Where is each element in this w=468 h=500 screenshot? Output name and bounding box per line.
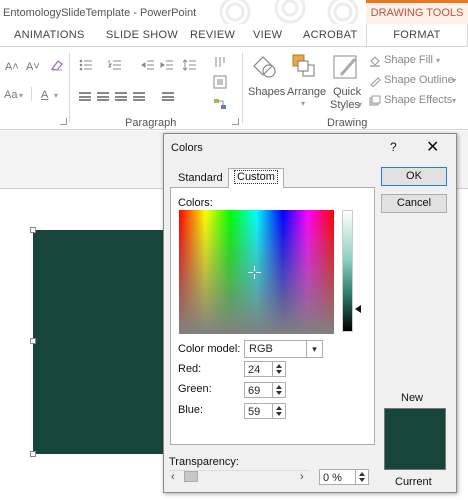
color-model-select[interactable]: RGB ▾	[244, 340, 323, 358]
smartart-icon[interactable]	[213, 97, 227, 111]
tab-format[interactable]: FORMAT	[366, 24, 468, 47]
change-case-button[interactable]: Aa	[4, 89, 17, 101]
chevron-down-icon: ▾	[452, 96, 457, 105]
tab-custom-label: Custom	[234, 170, 278, 184]
resize-handle[interactable]	[30, 451, 36, 457]
close-button[interactable]: ✕	[426, 137, 439, 157]
chevron-down-icon: ▾	[19, 91, 24, 100]
luminance-pointer-icon[interactable]	[355, 305, 361, 313]
quick-styles-button[interactable]: Quick	[333, 86, 361, 98]
transparency-stepper[interactable]: 0 %	[319, 469, 369, 485]
ok-button[interactable]: OK	[381, 167, 447, 186]
bullets-icon[interactable]	[79, 59, 93, 71]
selected-rectangle-shape[interactable]	[33, 230, 175, 454]
tab-view[interactable]: VIEW	[253, 29, 282, 41]
chevron-right-icon[interactable]: ›	[300, 471, 304, 483]
red-label: Red:	[178, 363, 202, 375]
divider	[31, 87, 32, 101]
shape-outline-button[interactable]: Shape Outline	[384, 74, 454, 86]
chevron-down-icon: ▾	[301, 99, 306, 108]
green-value[interactable]: 69	[248, 385, 260, 397]
resize-handle[interactable]	[30, 227, 36, 233]
transparency-value[interactable]: 0 %	[323, 472, 342, 484]
columns-icon[interactable]	[162, 92, 174, 101]
ribbon: A˄ A˅ Aa ▾ A ▾ Paragraph Shapes Arrange …	[0, 46, 468, 130]
window-title: EntomologySlideTemplate - PowerPoint	[3, 7, 197, 19]
align-left-icon[interactable]	[79, 92, 91, 101]
arrange-button[interactable]: Arrange	[287, 86, 326, 98]
align-right-icon[interactable]	[115, 92, 127, 101]
transparency-label: Transparency:	[169, 456, 239, 468]
center-icon[interactable]	[97, 92, 109, 101]
help-button[interactable]: ?	[390, 140, 397, 154]
title-bar: EntomologySlideTemplate - PowerPoint DRA…	[0, 0, 468, 28]
color-model-value: RGB	[249, 343, 273, 355]
effects-icon	[369, 95, 381, 107]
arrange-icon[interactable]	[290, 53, 320, 81]
chevron-down-icon[interactable]: ▾	[306, 341, 322, 357]
increase-indent-icon[interactable]	[160, 59, 174, 71]
luminance-slider[interactable]	[342, 210, 353, 332]
chevron-down-icon: ▾	[452, 76, 457, 85]
shrink-font-button[interactable]: A˅	[26, 61, 40, 73]
numbering-icon[interactable]	[108, 59, 122, 71]
paragraph-group-label: Paragraph	[125, 117, 177, 129]
align-text-icon[interactable]	[213, 75, 227, 89]
tab-slide-show[interactable]: SLIDE SHOW	[106, 29, 178, 41]
grow-font-button[interactable]: A˄	[5, 61, 19, 73]
green-label: Green:	[178, 383, 212, 395]
paragraph-dialog-launcher[interactable]	[232, 118, 239, 125]
red-value[interactable]: 24	[248, 364, 260, 376]
line-spacing-icon[interactable]	[182, 59, 197, 71]
drawing-tools-label: DRAWING TOOLS	[366, 0, 468, 24]
transparency-slider-thumb[interactable]	[184, 471, 198, 482]
tab-review[interactable]: REVIEW	[190, 29, 235, 41]
shape-fill-button[interactable]: Shape Fill	[384, 54, 433, 66]
chevron-down-icon: ▾	[436, 56, 441, 65]
blue-value[interactable]: 59	[248, 406, 260, 418]
tab-animations[interactable]: ANIMATIONS	[14, 29, 85, 41]
colors-dialog: Colors ? ✕ Standard Custom OK Cancel Col…	[163, 133, 457, 493]
shapes-icon[interactable]	[250, 54, 280, 80]
spin-arrows-icon[interactable]	[355, 470, 368, 484]
current-color-label: Current	[395, 476, 432, 488]
new-color-label: New	[401, 392, 424, 404]
paint-bucket-icon	[369, 55, 381, 67]
crosshair-icon[interactable]	[248, 266, 261, 279]
group-divider	[69, 53, 70, 123]
shape-effects-button[interactable]: Shape Effects	[384, 94, 452, 106]
shapes-button[interactable]: Shapes	[248, 86, 285, 98]
color-preview-swatch	[384, 408, 446, 470]
pencil-icon	[369, 75, 381, 88]
blue-stepper[interactable]: 59	[244, 403, 286, 419]
colors-label: Colors:	[178, 197, 213, 209]
clear-formatting-icon[interactable]	[50, 59, 64, 71]
tab-custom[interactable]: Custom	[228, 168, 284, 188]
tab-standard[interactable]: Standard	[173, 170, 228, 188]
text-direction-icon[interactable]	[213, 55, 227, 69]
color-model-label: Color model:	[178, 343, 241, 355]
cancel-button[interactable]: Cancel	[381, 194, 447, 213]
quick-styles-icon[interactable]	[331, 53, 361, 83]
resize-handle[interactable]	[30, 338, 36, 344]
dialog-title: Colors	[171, 142, 203, 154]
spin-arrows-icon[interactable]	[272, 362, 285, 376]
spin-arrows-icon[interactable]	[272, 404, 285, 418]
tab-acrobat[interactable]: ACROBAT	[303, 29, 357, 41]
decrease-indent-icon[interactable]	[141, 59, 155, 71]
font-color-button[interactable]: A	[41, 89, 48, 101]
spin-arrows-icon[interactable]	[272, 383, 285, 397]
ribbon-tab-row: ANIMATIONS SLIDE SHOW REVIEW VIEW ACROBA…	[0, 24, 468, 47]
chevron-left-icon[interactable]: ‹	[171, 471, 175, 483]
drawing-group-label: Drawing	[327, 117, 368, 129]
group-divider	[242, 53, 243, 123]
chevron-down-icon: ▾	[358, 100, 363, 109]
quick-styles-label: Styles	[330, 99, 360, 111]
red-stepper[interactable]: 24	[244, 361, 286, 377]
blue-label: Blue:	[178, 404, 204, 416]
chevron-down-icon: ▾	[54, 91, 59, 100]
green-stepper[interactable]: 69	[244, 382, 286, 398]
justify-icon[interactable]	[133, 92, 145, 101]
font-dialog-launcher[interactable]	[60, 118, 67, 125]
